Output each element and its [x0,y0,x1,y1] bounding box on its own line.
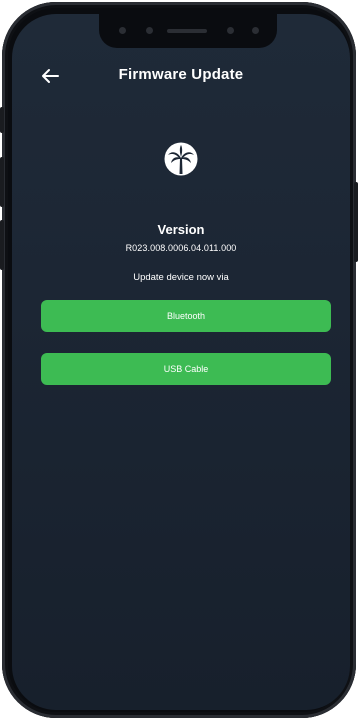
volume-up-button [0,157,4,207]
palm-tree-logo-icon [164,142,198,176]
volume-down-button [0,220,4,270]
earpiece-speaker [167,29,207,33]
version-number: R023.008.0006.04.011.000 [125,243,237,253]
power-button [354,182,358,262]
page-title: Firmware Update [118,66,244,83]
version-label: Version [157,222,205,237]
front-camera [146,27,153,34]
sensor-dot-right [227,27,234,34]
app-screen: Firmware Update Version R023.008.0006.04… [12,14,350,710]
app-header: Firmware Update [12,62,350,92]
phone-notch [99,14,277,48]
usb-cable-button[interactable]: USB Cable [41,353,331,385]
proximity-sensor [252,27,259,34]
sensor-dot [119,27,126,34]
bluetooth-button[interactable]: Bluetooth [41,300,331,332]
mute-switch [0,107,4,133]
update-prompt: Update device now via [133,272,229,283]
phone-frame: Firmware Update Version R023.008.0006.04… [0,2,358,718]
